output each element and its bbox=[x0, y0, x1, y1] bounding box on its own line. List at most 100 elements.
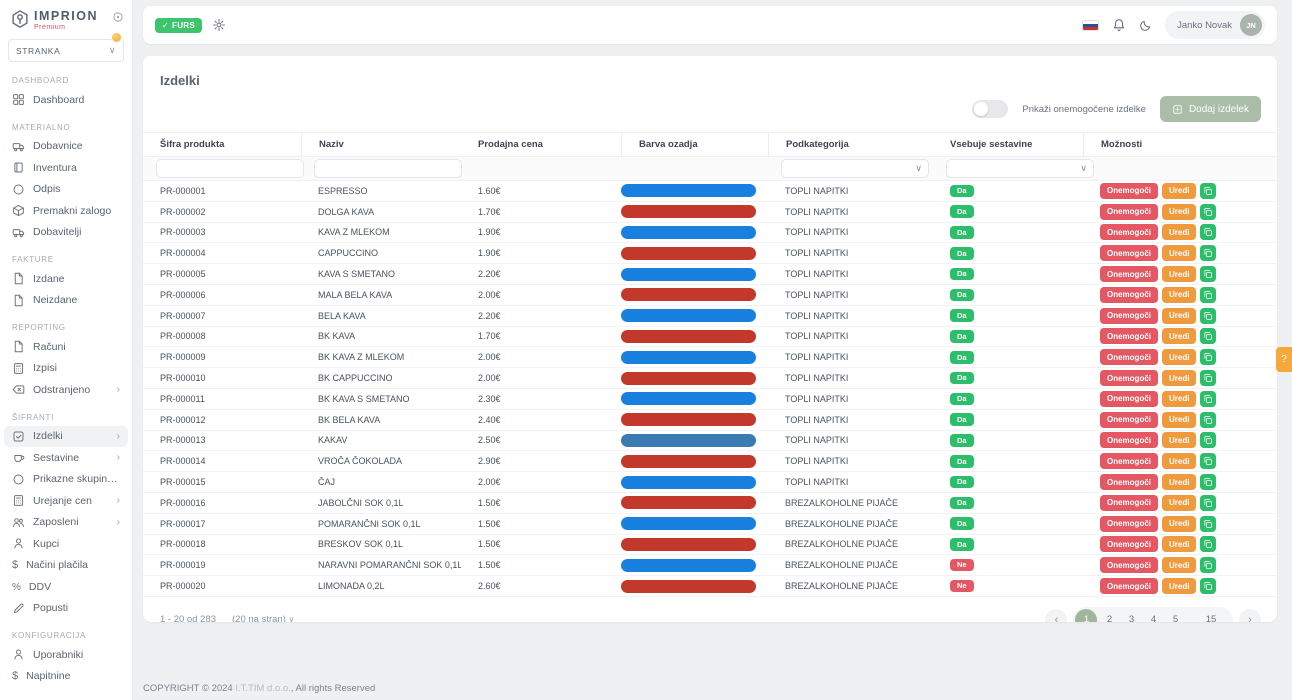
filter-input-naziv[interactable] bbox=[314, 159, 462, 179]
edit-button[interactable]: Uredi bbox=[1162, 307, 1197, 324]
sidebar-item-kupci[interactable]: Kupci bbox=[4, 533, 128, 555]
copyright-company[interactable]: I.T.TIM d.o.o. bbox=[235, 683, 290, 694]
page-button-3[interactable]: 3 bbox=[1121, 609, 1141, 622]
furs-badge[interactable]: ✓ FURS bbox=[155, 17, 202, 33]
sidebar-item-izpisi[interactable]: Izpisi bbox=[4, 358, 128, 380]
filter-input-ifra-produkta[interactable] bbox=[156, 159, 304, 179]
disable-button[interactable]: Onemogoči bbox=[1100, 390, 1159, 407]
edit-button[interactable]: Uredi bbox=[1162, 474, 1197, 491]
target-icon[interactable] bbox=[112, 11, 124, 23]
sidebar-item-urejanje-cen[interactable]: Urejanje cen › bbox=[4, 490, 128, 512]
duplicate-button[interactable] bbox=[1200, 536, 1217, 553]
edit-button[interactable]: Uredi bbox=[1162, 266, 1197, 283]
edit-button[interactable]: Uredi bbox=[1162, 224, 1197, 241]
duplicate-button[interactable] bbox=[1200, 411, 1217, 428]
page-button-1[interactable]: 1 bbox=[1075, 608, 1098, 622]
language-flag-icon[interactable] bbox=[1082, 19, 1100, 31]
user-menu[interactable]: Janko Novak JN bbox=[1165, 11, 1265, 39]
sidebar-item-ra-uni[interactable]: Računi bbox=[4, 336, 128, 358]
edit-button[interactable]: Uredi bbox=[1162, 370, 1197, 387]
sidebar-item-odstranjeno[interactable]: Odstranjeno › bbox=[4, 379, 128, 401]
duplicate-button[interactable] bbox=[1200, 328, 1217, 345]
sidebar-item-inventura[interactable]: Inventura bbox=[4, 157, 128, 179]
duplicate-button[interactable] bbox=[1200, 390, 1217, 407]
moon-icon[interactable] bbox=[1139, 19, 1152, 32]
sidebar-item-na-ini-pla-ila[interactable]: $ Načini plačila bbox=[4, 555, 128, 577]
client-select[interactable]: STRANKA ∨ bbox=[8, 39, 124, 62]
page-button-5[interactable]: 5 bbox=[1165, 609, 1185, 622]
page-button-4[interactable]: 4 bbox=[1143, 609, 1163, 622]
edit-button[interactable]: Uredi bbox=[1162, 578, 1197, 595]
sidebar-item-popusti[interactable]: Popusti bbox=[4, 598, 128, 620]
edit-button[interactable]: Uredi bbox=[1162, 182, 1197, 199]
sidebar-item-odpis[interactable]: Odpis bbox=[4, 179, 128, 201]
edit-button[interactable]: Uredi bbox=[1162, 494, 1197, 511]
column-header-barva-ozadja[interactable]: Barva ozadja bbox=[621, 133, 768, 156]
sidebar-item-premakni-zalogo[interactable]: Premakni zalogo bbox=[4, 200, 128, 222]
page-button-2[interactable]: 2 bbox=[1099, 609, 1119, 622]
disable-button[interactable]: Onemogoči bbox=[1100, 286, 1159, 303]
disable-button[interactable]: Onemogoči bbox=[1100, 224, 1159, 241]
sidebar-item-dashboard[interactable]: Dashboard bbox=[4, 89, 128, 111]
duplicate-button[interactable] bbox=[1200, 266, 1217, 283]
sidebar-item-ddv[interactable]: % DDV bbox=[4, 576, 128, 598]
disable-button[interactable]: Onemogoči bbox=[1100, 557, 1159, 574]
sidebar-item-izdelki[interactable]: Izdelki › bbox=[4, 425, 128, 447]
edit-button[interactable]: Uredi bbox=[1162, 453, 1197, 470]
filter-select-podkategorija[interactable]: ∨ bbox=[781, 159, 929, 178]
edit-button[interactable]: Uredi bbox=[1162, 349, 1197, 366]
sidebar-item-napitnine[interactable]: $ Napitnine bbox=[4, 666, 128, 688]
duplicate-button[interactable] bbox=[1200, 432, 1217, 449]
disable-button[interactable]: Onemogoči bbox=[1100, 182, 1159, 199]
disable-button[interactable]: Onemogoči bbox=[1100, 328, 1159, 345]
duplicate-button[interactable] bbox=[1200, 286, 1217, 303]
duplicate-button[interactable] bbox=[1200, 515, 1217, 532]
disable-button[interactable]: Onemogoči bbox=[1100, 370, 1159, 387]
disable-button[interactable]: Onemogoči bbox=[1100, 245, 1159, 262]
next-page-button[interactable]: › bbox=[1239, 608, 1261, 622]
disable-button[interactable]: Onemogoči bbox=[1100, 515, 1159, 532]
disable-button[interactable]: Onemogoči bbox=[1100, 307, 1159, 324]
disable-button[interactable]: Onemogoči bbox=[1100, 474, 1159, 491]
edit-button[interactable]: Uredi bbox=[1162, 328, 1197, 345]
sidebar-item-dobavitelji[interactable]: Dobavitelji bbox=[4, 222, 128, 244]
column-header-prodajna-cena[interactable]: Prodajna cena bbox=[461, 133, 621, 156]
edit-button[interactable]: Uredi bbox=[1162, 536, 1197, 553]
disable-button[interactable]: Onemogoči bbox=[1100, 349, 1159, 366]
filter-select-vsebuje-sestavine[interactable]: ∨ bbox=[946, 159, 1094, 178]
duplicate-button[interactable] bbox=[1200, 203, 1217, 220]
sidebar-item-zaposleni[interactable]: Zaposleni › bbox=[4, 512, 128, 534]
duplicate-button[interactable] bbox=[1200, 307, 1217, 324]
sidebar-item-sestavine[interactable]: Sestavine › bbox=[4, 447, 128, 469]
column-header-mo-nosti[interactable]: Možnosti bbox=[1083, 133, 1277, 156]
disable-button[interactable]: Onemogoči bbox=[1100, 578, 1159, 595]
edit-button[interactable]: Uredi bbox=[1162, 515, 1197, 532]
duplicate-button[interactable] bbox=[1200, 474, 1217, 491]
prev-page-button[interactable]: ‹ bbox=[1045, 608, 1068, 622]
sidebar-item-uporabniki[interactable]: Uporabniki bbox=[4, 644, 128, 666]
duplicate-button[interactable] bbox=[1200, 453, 1217, 470]
duplicate-button[interactable] bbox=[1200, 557, 1217, 574]
show-disabled-toggle[interactable] bbox=[972, 100, 1009, 118]
column-header-podkategorija[interactable]: Podkategorija bbox=[768, 133, 933, 156]
sidebar-item-izdane[interactable]: Izdane bbox=[4, 268, 128, 290]
disable-button[interactable]: Onemogoči bbox=[1100, 266, 1159, 283]
edit-button[interactable]: Uredi bbox=[1162, 432, 1197, 449]
sidebar-item-neizdane[interactable]: Neizdane bbox=[4, 290, 128, 312]
duplicate-button[interactable] bbox=[1200, 494, 1217, 511]
disable-button[interactable]: Onemogoči bbox=[1100, 203, 1159, 220]
bell-icon[interactable] bbox=[1112, 18, 1126, 32]
duplicate-button[interactable] bbox=[1200, 245, 1217, 262]
duplicate-button[interactable] bbox=[1200, 224, 1217, 241]
edit-button[interactable]: Uredi bbox=[1162, 557, 1197, 574]
duplicate-button[interactable] bbox=[1200, 370, 1217, 387]
add-product-button[interactable]: Dodaj izdelek bbox=[1159, 96, 1261, 122]
duplicate-button[interactable] bbox=[1200, 349, 1217, 366]
page-button-15[interactable]: 15 bbox=[1201, 609, 1221, 622]
column-header-ifra-produkta[interactable]: Šifra produkta bbox=[143, 133, 301, 156]
duplicate-button[interactable] bbox=[1200, 182, 1217, 199]
sidebar-item-prikazne-skupine-iz[interactable]: Prikazne skupine iz... bbox=[4, 469, 128, 491]
gear-icon[interactable] bbox=[212, 18, 226, 32]
edit-button[interactable]: Uredi bbox=[1162, 390, 1197, 407]
edit-button[interactable]: Uredi bbox=[1162, 245, 1197, 262]
